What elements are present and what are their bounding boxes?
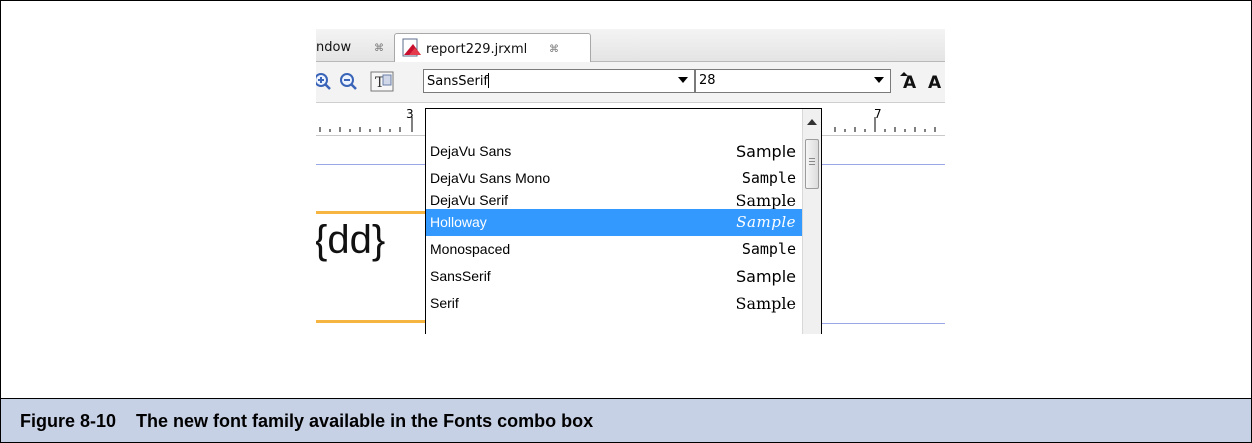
font-option-name: DejaVu Sans: [430, 143, 512, 159]
font-option[interactable]: Holloway Sample: [426, 209, 802, 236]
font-size-combo[interactable]: 28: [695, 69, 891, 93]
tab-report229-label: report229.jrxml: [426, 42, 528, 57]
zoom-in-icon[interactable]: [316, 71, 332, 91]
dropdown-scrollbar[interactable]: [802, 109, 821, 334]
font-option[interactable]: SansSerif Sample: [426, 263, 802, 290]
font-option-name: SansSerif: [430, 268, 491, 284]
font-family-value[interactable]: SansSerif: [427, 73, 490, 89]
font-option-name: DejaVu Serif: [430, 192, 509, 208]
close-icon[interactable]: ⌘: [374, 43, 384, 54]
chevron-down-icon[interactable]: [678, 77, 688, 83]
ruler-number: 7: [874, 107, 882, 121]
band-guide-line: [816, 323, 945, 324]
font-size-value[interactable]: 28: [699, 73, 716, 88]
font-option-name: Serif: [430, 295, 459, 311]
figure-caption: Figure 8-10 The new font family availabl…: [1, 398, 1251, 442]
zoom-out-icon[interactable]: [338, 71, 358, 91]
text-field-border: [316, 211, 436, 214]
tab-window[interactable]: ndow ⌘: [316, 35, 394, 59]
font-option-sample: Sample: [741, 240, 796, 258]
increase-font-icon[interactable]: A: [899, 71, 921, 93]
tab-report229[interactable]: report229.jrxml ⌘: [394, 33, 591, 62]
font-option[interactable]: Serif Sample: [426, 290, 802, 317]
scrollbar-thumb[interactable]: [805, 139, 819, 189]
font-option-name: Holloway: [430, 214, 487, 230]
text-field-border: [316, 320, 436, 323]
ide-screenshot: ndow ⌘ report229.jrxml ⌘ T SansSerif 28 …: [316, 29, 945, 334]
font-option-sample: Sample: [736, 267, 796, 286]
format-toolbar: T SansSerif 28 A A: [316, 62, 945, 103]
ruler-number: 3: [406, 107, 414, 121]
font-family-combo[interactable]: SansSerif: [423, 69, 695, 93]
jrxml-file-icon: [401, 38, 423, 58]
close-icon[interactable]: ⌘: [549, 44, 559, 55]
decrease-font-icon[interactable]: A: [926, 71, 945, 93]
font-option-name: DejaVu Sans Mono: [430, 170, 551, 186]
font-option[interactable]: Monospaced Sample: [426, 236, 802, 263]
font-option-sample: Sample: [741, 169, 796, 187]
chevron-down-icon[interactable]: [874, 77, 884, 83]
font-option-name: Monospaced: [430, 241, 511, 257]
svg-text:A: A: [928, 73, 942, 91]
editor-tab-bar: ndow ⌘ report229.jrxml ⌘: [316, 29, 945, 62]
font-family-dropdown[interactable]: DejaVu Sans Sample DejaVu Sans Mono Sample D…: [425, 108, 822, 334]
font-option-sample: Sample: [736, 142, 796, 161]
text-field-expression[interactable]: {dd}: [316, 218, 385, 263]
font-option-sample: Sample: [735, 294, 797, 313]
font-properties-icon[interactable]: T: [370, 71, 396, 92]
caption-text: Figure 8-10 The new font family availabl…: [20, 411, 594, 431]
font-option[interactable]: DejaVu Sans Sample: [426, 138, 802, 165]
scroll-up-icon[interactable]: [807, 119, 817, 125]
font-option-sample: Sample: [735, 191, 797, 210]
tab-window-label: ndow: [316, 40, 352, 55]
font-option-sample: Sample: [736, 213, 796, 231]
